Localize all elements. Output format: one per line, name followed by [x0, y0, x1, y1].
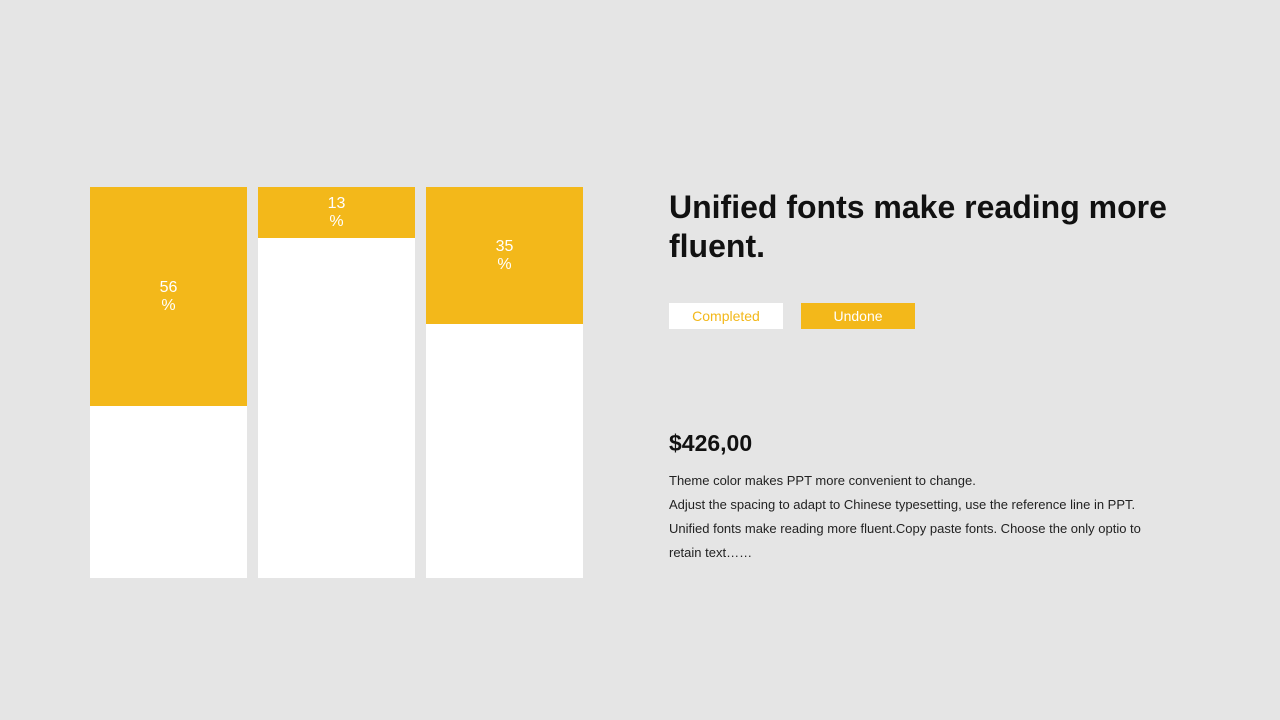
bar-value-label: 13%	[327, 194, 346, 230]
progress-bar-chart: 56% 13% 35%	[90, 187, 585, 578]
slide-title: Unified fonts make reading more fluent.	[669, 189, 1167, 264]
bar-value-label: 56%	[159, 278, 178, 314]
bar-track: 13%	[258, 187, 415, 578]
bar-track: 56%	[90, 187, 247, 578]
price-value: $426,00	[669, 430, 753, 456]
text-panel: Unified fonts make reading more fluent. …	[669, 188, 1189, 560]
description-text: Theme color makes PPT more convenient to…	[669, 473, 1141, 560]
bar-value-label: 35%	[495, 237, 514, 273]
bar-track: 35%	[426, 187, 583, 578]
legend: Completed Undone	[669, 303, 915, 329]
legend-undone: Undone	[801, 303, 915, 329]
legend-completed: Completed	[669, 303, 783, 329]
